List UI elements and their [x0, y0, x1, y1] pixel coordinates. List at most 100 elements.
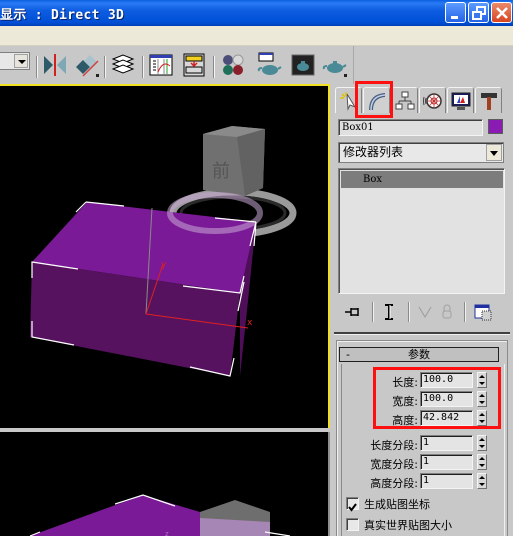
- generate-mapping-coords-checkbox[interactable]: [346, 497, 359, 512]
- viewcube-front-label[interactable]: 前: [212, 161, 230, 182]
- toolbar-separator: [464, 302, 466, 322]
- tab-motion[interactable]: [419, 87, 446, 113]
- restore-button[interactable]: [468, 2, 489, 23]
- chevron-down-icon[interactable]: [486, 144, 502, 161]
- render-setup-icon[interactable]: [256, 52, 282, 78]
- secondary-viewport[interactable]: z: [0, 432, 330, 536]
- rendered-frame-icon[interactable]: [290, 52, 316, 78]
- height-segs-label: 高度分段:: [370, 477, 418, 490]
- height-input[interactable]: 42.842: [420, 410, 473, 426]
- curve-editor-icon[interactable]: [148, 52, 174, 78]
- length-param: 长度: 100.0: [334, 372, 513, 390]
- toolbar-separator: [142, 56, 144, 78]
- hierarchy-icon: [395, 91, 415, 110]
- close-icon: [496, 7, 508, 19]
- layer-manager-icon[interactable]: [110, 52, 136, 78]
- mirror-icon[interactable]: [42, 52, 68, 78]
- command-panel: Box01 修改器列表 Box - 参数 长度: 100.0 宽度: 100.0…: [334, 84, 513, 536]
- length-input[interactable]: 100.0: [420, 372, 473, 388]
- modifier-stack[interactable]: Box: [338, 168, 505, 294]
- length-segs-label: 长度分段:: [370, 439, 418, 452]
- toolbar-empty-area: [354, 46, 513, 84]
- length-label: 长度:: [392, 376, 418, 389]
- width-label: 宽度:: [392, 395, 418, 408]
- minimize-button[interactable]: [445, 2, 466, 23]
- menu-bar: [0, 26, 513, 46]
- tab-display[interactable]: [447, 87, 474, 113]
- window-title: 显示 : Direct 3D: [0, 8, 125, 23]
- close-button[interactable]: [491, 2, 512, 23]
- height-label: 高度:: [392, 414, 418, 427]
- height-param: 高度: 42.842: [334, 410, 513, 428]
- modify-icon: [369, 93, 386, 111]
- motion-icon: [423, 93, 442, 109]
- viewport-canvas-bottom[interactable]: z: [0, 432, 330, 536]
- quick-render-icon[interactable]: [322, 52, 348, 78]
- tab-hierarchy[interactable]: [391, 87, 418, 113]
- x-axis-label: x: [247, 318, 253, 328]
- selection-set-dropdown[interactable]: [0, 52, 30, 70]
- width-segs-input[interactable]: 1: [420, 454, 473, 470]
- real-world-map-size-checkbox[interactable]: [346, 518, 359, 531]
- width-segs-label: 宽度分段:: [370, 458, 418, 471]
- toolbar-separator: [36, 56, 38, 78]
- command-panel-tabs: [334, 84, 513, 114]
- width-param: 宽度: 100.0: [334, 391, 513, 409]
- length-segs-param: 长度分段: 1: [334, 435, 513, 453]
- title-bar: 显示 : Direct 3D: [0, 0, 513, 26]
- main-toolbar: [0, 46, 354, 84]
- pin-stack-icon[interactable]: [344, 303, 362, 321]
- object-name-input[interactable]: Box01: [338, 119, 483, 136]
- viewport-canvas[interactable]: 前 y x: [0, 86, 328, 428]
- generate-mapping-coords-label: 生成贴图坐标: [364, 498, 430, 511]
- configure-modifier-sets-icon[interactable]: [474, 303, 492, 321]
- make-unique-icon[interactable]: [416, 303, 434, 321]
- minimize-icon: [451, 16, 458, 19]
- width-spinner[interactable]: [477, 391, 487, 407]
- length-spinner[interactable]: [477, 372, 487, 388]
- stack-toolbar: [334, 299, 513, 325]
- height-spinner[interactable]: [477, 410, 487, 426]
- real-world-map-size-label: 真实世界贴图大小: [364, 519, 452, 532]
- modifier-list-dropdown[interactable]: 修改器列表: [338, 142, 504, 163]
- material-editor-icon[interactable]: [220, 52, 246, 78]
- show-end-result-icon[interactable]: [380, 303, 398, 321]
- rollout-divider: [334, 332, 510, 335]
- width-input[interactable]: 100.0: [420, 391, 473, 407]
- width-segs-spinner[interactable]: [477, 454, 487, 470]
- collapse-icon: -: [346, 348, 350, 361]
- tab-utilities[interactable]: [475, 87, 502, 113]
- height-segs-spinner[interactable]: [477, 473, 487, 489]
- object-color-swatch[interactable]: [488, 119, 503, 134]
- stack-item-box[interactable]: Box: [341, 171, 503, 188]
- rollout-title: 参数: [408, 348, 430, 361]
- perspective-viewport[interactable]: 前 y x: [0, 84, 330, 430]
- toolbar-separator: [408, 302, 410, 322]
- height-segs-input[interactable]: 1: [420, 473, 473, 489]
- modifier-list-label: 修改器列表: [343, 145, 404, 159]
- tab-create[interactable]: [335, 87, 362, 113]
- box-object[interactable]: y x: [30, 192, 263, 377]
- checkmark-icon: [348, 503, 357, 512]
- height-segs-param: 高度分段: 1: [334, 473, 513, 491]
- utilities-icon: [481, 93, 497, 110]
- box-top-face[interactable]: [30, 495, 200, 536]
- app-window: 显示 : Direct 3D 前 y x z Box01 修改器列表 Box -…: [0, 0, 513, 536]
- toolbar-separator: [372, 302, 374, 322]
- align-icon[interactable]: [74, 52, 100, 78]
- chevron-down-icon[interactable]: [14, 54, 28, 68]
- length-segs-spinner[interactable]: [477, 435, 487, 451]
- y-axis-label: y: [161, 260, 167, 270]
- toolbar-separator: [213, 56, 215, 78]
- length-segs-input[interactable]: 1: [420, 435, 473, 451]
- restore-icon: [472, 6, 486, 20]
- width-segs-param: 宽度分段: 1: [334, 454, 513, 472]
- toolbar-separator: [104, 56, 106, 78]
- remove-modifier-icon[interactable]: [438, 303, 456, 321]
- parameters-rollout-header[interactable]: - 参数: [339, 347, 499, 362]
- z-axis-label: z: [165, 530, 169, 536]
- schematic-view-icon[interactable]: [181, 52, 207, 78]
- display-icon: [451, 92, 471, 110]
- create-icon: [340, 92, 357, 111]
- tab-modify[interactable]: [363, 87, 390, 113]
